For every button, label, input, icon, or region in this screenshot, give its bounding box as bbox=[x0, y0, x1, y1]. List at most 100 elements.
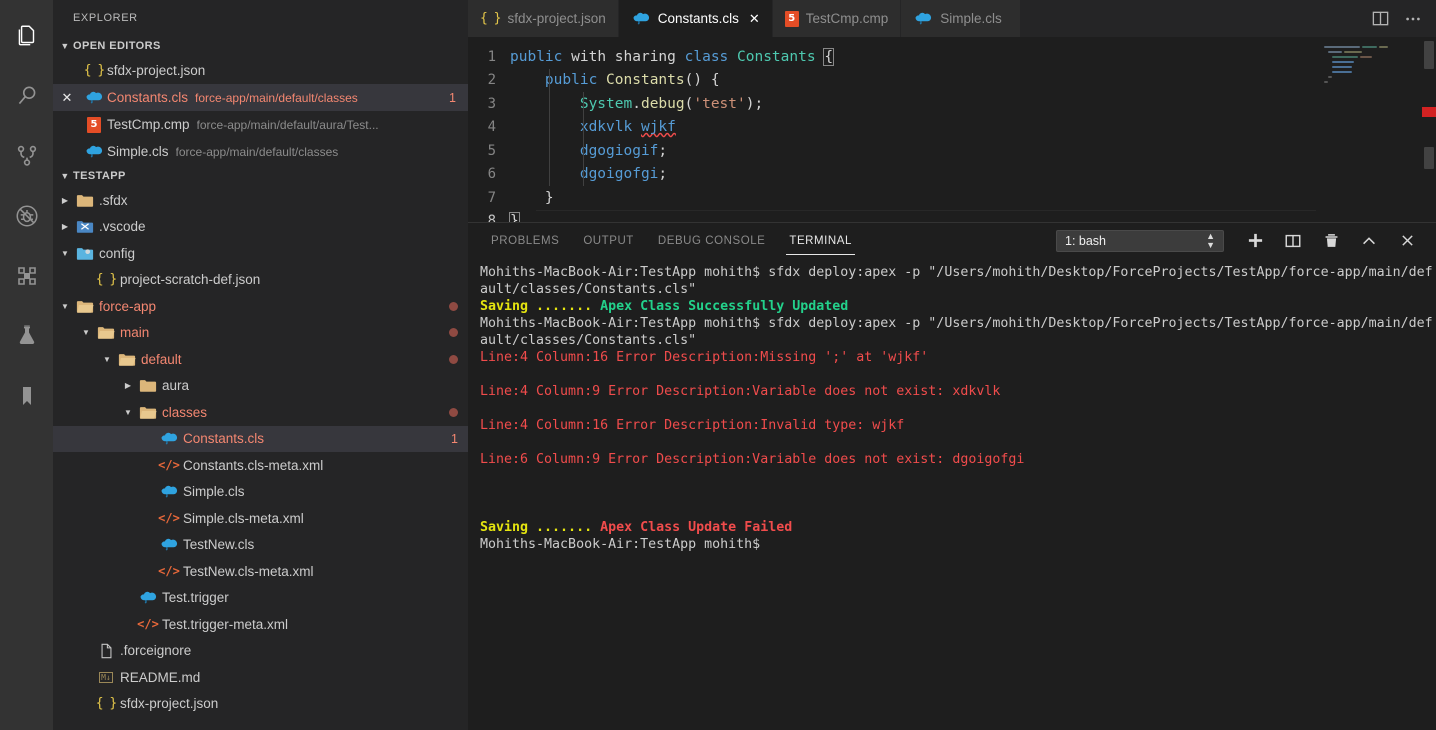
editor-tab[interactable]: Simple.cls bbox=[901, 0, 1022, 37]
code-line[interactable]: 8} bbox=[468, 209, 1436, 222]
open-editors-header-label: OPEN EDITORS bbox=[73, 40, 161, 52]
chevron-right-icon[interactable]: ▶ bbox=[57, 222, 73, 231]
activity-bar-item-testing[interactable] bbox=[0, 306, 53, 366]
code-token: with sharing bbox=[571, 48, 676, 65]
tree-item-label: Simple.cls bbox=[183, 484, 245, 500]
more-actions-icon[interactable] bbox=[1404, 10, 1422, 28]
code-content[interactable]: 1 public with sharing class Constants {2 … bbox=[468, 37, 1436, 222]
activity-bar-item-explorer[interactable] bbox=[0, 6, 53, 66]
tree-item-label: Constants.cls-meta.xml bbox=[183, 457, 324, 473]
chevron-right-icon[interactable]: ▶ bbox=[57, 196, 73, 205]
panel-tab[interactable]: TERMINAL bbox=[786, 223, 855, 258]
code-line[interactable]: 1 public with sharing class Constants { bbox=[468, 45, 1436, 69]
project-header[interactable]: ▼ TESTAPP bbox=[53, 165, 468, 187]
tree-item[interactable]: Constants.cls 1 bbox=[53, 425, 468, 452]
code-line[interactable]: 3 System.debug('test'); bbox=[468, 92, 1436, 116]
open-editor-item[interactable]: ✕ Simple.cls force-app/main/default/classe… bbox=[53, 138, 468, 165]
close-icon[interactable]: ✕ bbox=[53, 90, 81, 106]
chevron-right-icon[interactable]: ▶ bbox=[120, 381, 136, 390]
xml-icon: </> bbox=[158, 458, 180, 473]
tree-item[interactable]: M↓ README.md bbox=[53, 664, 468, 691]
code-line[interactable]: 7 } bbox=[468, 186, 1436, 210]
terminal-text: Line:4 Column:9 Error Description:Variab… bbox=[480, 384, 1001, 399]
editor-tab[interactable]: { } sfdx-project.json bbox=[468, 0, 619, 37]
open-editor-item[interactable]: ✕ Constants.cls force-app/main/default/cla… bbox=[53, 84, 468, 111]
close-panel-icon[interactable] bbox=[1388, 226, 1426, 256]
chevron-down-icon[interactable]: ▼ bbox=[57, 302, 73, 311]
open-editors-header[interactable]: ▼ OPEN EDITORS bbox=[53, 35, 468, 57]
activity-bar-item-bookmarks[interactable] bbox=[0, 366, 53, 426]
tree-item[interactable]: </> Test.trigger-meta.xml bbox=[53, 611, 468, 638]
terminal-text: Apex Class Update Failed bbox=[600, 520, 793, 535]
code-editor[interactable]: 1 public with sharing class Constants {2 … bbox=[468, 37, 1436, 222]
minimap[interactable] bbox=[1316, 37, 1422, 222]
file-type-icon: </> bbox=[157, 564, 181, 578]
editor-tab[interactable]: Constants.cls ✕ bbox=[618, 0, 773, 37]
tree-item[interactable]: </> Simple.cls-meta.xml bbox=[53, 505, 468, 532]
tree-item[interactable]: ▶ aura bbox=[53, 373, 468, 400]
activity-bar-item-extensions[interactable] bbox=[0, 246, 53, 306]
chevron-down-icon[interactable]: ▼ bbox=[57, 249, 73, 258]
chevron-down-icon[interactable]: ▼ bbox=[99, 355, 115, 364]
tree-item[interactable]: ▼ config bbox=[53, 240, 468, 267]
split-editor-icon[interactable] bbox=[1371, 9, 1390, 28]
close-icon[interactable]: ✕ bbox=[749, 11, 760, 27]
code-line-text: public Constants() { bbox=[510, 72, 720, 88]
chevron-down-icon[interactable]: ▼ bbox=[78, 328, 94, 337]
tree-item[interactable]: ▼ force-app bbox=[53, 293, 468, 320]
open-editor-item[interactable]: ✕{ }sfdx-project.json bbox=[53, 57, 468, 84]
editor-tab-label: sfdx-project.json bbox=[507, 11, 606, 26]
tree-item[interactable]: </> TestNew.cls-meta.xml bbox=[53, 558, 468, 585]
maximize-panel-icon[interactable] bbox=[1350, 226, 1388, 256]
close-icon-placeholder: ✕ bbox=[53, 144, 81, 160]
tree-item[interactable]: .forceignore bbox=[53, 638, 468, 665]
tree-item[interactable]: { } project-scratch-def.json bbox=[53, 267, 468, 294]
panel-tab[interactable]: PROBLEMS bbox=[488, 223, 562, 258]
activity-bar-item-source-control[interactable] bbox=[0, 126, 53, 186]
tree-item-label: README.md bbox=[120, 669, 201, 685]
panel-tab[interactable]: DEBUG CONSOLE bbox=[655, 223, 768, 258]
tree-item-label: sfdx-project.json bbox=[120, 696, 219, 712]
line-number: 8 bbox=[487, 213, 496, 222]
html5-icon: 5 bbox=[784, 10, 799, 27]
file-type-icon bbox=[94, 325, 118, 340]
line-number: 2 bbox=[487, 72, 496, 89]
activity-bar-item-run-and-debug[interactable] bbox=[0, 186, 53, 246]
code-token: debug bbox=[640, 95, 685, 112]
tree-item[interactable]: Test.trigger bbox=[53, 585, 468, 612]
new-terminal-icon[interactable] bbox=[1236, 226, 1274, 256]
activity-bar-item-search[interactable] bbox=[0, 66, 53, 126]
terminal-line: Saving ....... Apex Class Successfully U… bbox=[480, 298, 1436, 315]
code-line[interactable]: 4 xdkvlk wjkf bbox=[468, 116, 1436, 140]
code-token: Constants bbox=[606, 72, 685, 89]
code-line[interactable]: 6 dgoigofgi; bbox=[468, 163, 1436, 187]
tree-item[interactable]: ▶ .vscode bbox=[53, 214, 468, 241]
tree-item[interactable]: Simple.cls bbox=[53, 479, 468, 506]
editor-tab[interactable]: 5 TestCmp.cmp bbox=[772, 0, 902, 37]
terminal-output[interactable]: Mohiths-MacBook-Air:TestApp mohith$ sfdx… bbox=[468, 258, 1436, 730]
tree-item[interactable]: ▼ main bbox=[53, 320, 468, 347]
overview-ruler[interactable] bbox=[1422, 37, 1436, 222]
error-marker[interactable] bbox=[1422, 107, 1436, 117]
kill-terminal-icon[interactable] bbox=[1312, 226, 1350, 256]
code-line[interactable]: 2 public Constants() { bbox=[468, 69, 1436, 93]
file-type-icon: </> bbox=[157, 511, 181, 525]
split-terminal-icon[interactable] bbox=[1274, 226, 1312, 256]
folder-open-icon bbox=[97, 325, 115, 340]
tree-item[interactable]: ▶ .sfdx bbox=[53, 187, 468, 214]
chevron-down-icon[interactable]: ▼ bbox=[120, 408, 136, 417]
open-editor-path: force-app/main/default/aura/Test... bbox=[196, 117, 379, 132]
tree-item[interactable]: { } sfdx-project.json bbox=[53, 691, 468, 718]
tree-item[interactable]: ▼ default bbox=[53, 346, 468, 373]
code-line[interactable]: 5 dgogiogif; bbox=[468, 139, 1436, 163]
tree-item[interactable]: </> Constants.cls-meta.xml bbox=[53, 452, 468, 479]
open-editor-item[interactable]: ✕ 5 TestCmp.cmp force-app/main/default/aura… bbox=[53, 111, 468, 138]
tree-item-label: project-scratch-def.json bbox=[120, 272, 261, 288]
tree-item[interactable]: ▼ classes bbox=[53, 399, 468, 426]
tree-item[interactable]: TestNew.cls bbox=[53, 532, 468, 559]
panel-tab[interactable]: OUTPUT bbox=[580, 223, 637, 258]
terminal-select[interactable]: 1: bash bbox=[1056, 229, 1224, 252]
